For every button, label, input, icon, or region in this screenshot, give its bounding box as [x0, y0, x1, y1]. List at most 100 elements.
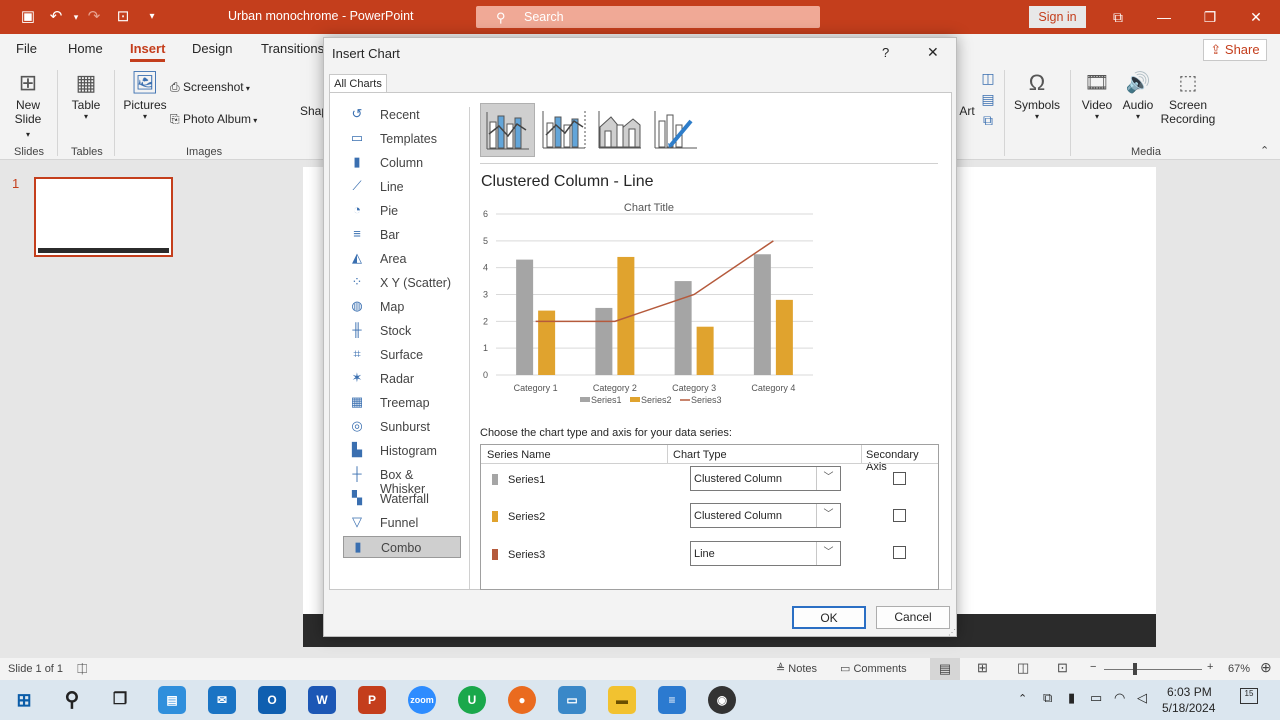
screenshot-button[interactable]: ⎙ Screenshot ▾ — [170, 80, 262, 95]
tab-home[interactable]: Home — [68, 41, 103, 56]
notification-icon[interactable]: 15 — [1240, 688, 1258, 704]
obs-icon[interactable]: ◉ — [708, 686, 736, 714]
help-button[interactable]: ? — [882, 45, 889, 60]
wifi-icon[interactable]: ◠ — [1114, 690, 1125, 706]
close-dialog-button[interactable]: ✕ — [927, 44, 939, 61]
upwork-icon[interactable]: U — [458, 686, 486, 714]
pictures-button[interactable]: 🖼 Pictures ▾ — [122, 70, 168, 121]
battery-icon[interactable]: ▭ — [1090, 690, 1102, 706]
share-button[interactable]: ⇪ Share — [1203, 39, 1267, 61]
smartart-label[interactable]: Art — [957, 104, 977, 118]
comments-button[interactable]: ▭ Comments — [840, 662, 907, 675]
task-view-icon[interactable]: ❐ — [106, 686, 134, 714]
chart-type-column[interactable]: ▮ Column — [343, 152, 461, 174]
slideshow-icon[interactable]: ⊡ — [1057, 660, 1068, 676]
save-icon[interactable]: ▣ — [18, 7, 38, 27]
resize-grip-icon[interactable]: ⋰ — [948, 628, 956, 637]
chart-type-select[interactable]: Clustered Column ﹀ — [690, 503, 841, 528]
tab-insert[interactable]: Insert — [130, 41, 166, 62]
subtype-clustered-column-line[interactable] — [480, 103, 535, 157]
cancel-button[interactable]: Cancel — [876, 606, 950, 629]
zoom-in-icon[interactable]: + — [1207, 661, 1213, 673]
notes-button[interactable]: ≜ Notes — [776, 662, 817, 675]
secondary-axis-checkbox[interactable] — [893, 509, 906, 522]
chart-type-radar[interactable]: ✶ Radar — [343, 368, 461, 390]
chart-type-stock[interactable]: ╫ Stock — [343, 320, 461, 342]
mail-icon[interactable]: ✉ — [208, 686, 236, 714]
fit-to-window-icon[interactable]: ⊕ — [1260, 659, 1272, 676]
zoom-level[interactable]: 67% — [1228, 663, 1250, 675]
audio-button[interactable]: 🔊 Audio ▾ — [1120, 70, 1156, 121]
normal-view-icon[interactable]: ▤ — [930, 658, 960, 680]
tray-chevron-icon[interactable]: ⌃ — [1018, 692, 1027, 705]
tab-design[interactable]: Design — [192, 41, 232, 56]
volume-icon[interactable]: ◁ — [1137, 690, 1147, 706]
firefox-icon[interactable]: ● — [508, 686, 536, 714]
tab-all-charts[interactable]: All Charts — [329, 74, 387, 93]
chart-type-combo[interactable]: ▮ Combo — [343, 536, 461, 558]
chart-type-surface[interactable]: ⌗ Surface — [343, 344, 461, 366]
chart-type-box-whisker[interactable]: ┼ Box & Whisker — [343, 464, 461, 496]
redo-icon[interactable]: ↷ — [84, 7, 104, 27]
file-explorer-icon[interactable]: ▬ — [608, 686, 636, 714]
photo-album-button[interactable]: ⎘ Photo Album ▾ — [170, 112, 280, 127]
app-icon[interactable]: ≡ — [658, 686, 686, 714]
new-slide-button[interactable]: ⊞ New Slide ▾ — [12, 70, 44, 140]
search-icon[interactable]: ⚲ — [58, 686, 86, 714]
slide-sorter-icon[interactable]: ⊞ — [977, 660, 988, 676]
chart-type-waterfall[interactable]: ▚ Waterfall — [343, 488, 461, 510]
tab-transitions[interactable]: Transitions — [261, 41, 324, 56]
secondary-axis-checkbox[interactable] — [893, 546, 906, 559]
search-box[interactable]: ⚲ Search — [476, 6, 820, 28]
chart-type-map[interactable]: ◍ Map — [343, 296, 461, 318]
tray-icon[interactable]: ⧉ — [1043, 690, 1052, 706]
chart-type-bar[interactable]: ≡ Bar — [343, 224, 461, 246]
insert-small-icons[interactable]: ◫ ▤ ⧉ — [979, 68, 997, 131]
subtype-clustered-column-line-secondary[interactable] — [537, 103, 592, 157]
subtype-custom-combo[interactable] — [649, 103, 704, 157]
table-button[interactable]: ▦ Table ▾ — [70, 70, 102, 121]
chart-type-treemap[interactable]: ▦ Treemap — [343, 392, 461, 414]
zoom-slider[interactable] — [1104, 669, 1202, 670]
collapse-ribbon-icon[interactable]: ⌃ — [1260, 144, 1269, 157]
undo-icon[interactable]: ↶ — [46, 7, 66, 27]
symbols-button[interactable]: Ω Symbols ▾ — [1012, 70, 1062, 121]
word-icon[interactable]: W — [308, 686, 336, 714]
chart-type-histogram[interactable]: ▙ Histogram — [343, 440, 461, 462]
windows-start-icon[interactable]: ⊞ — [10, 686, 38, 714]
zoom-slider-thumb[interactable] — [1133, 663, 1137, 675]
tab-file[interactable]: File — [16, 41, 37, 56]
chart-type-templates[interactable]: ▭ Templates — [343, 128, 461, 150]
subtype-stacked-area-column[interactable] — [593, 103, 648, 157]
screen-recording-button[interactable]: ⬚ Screen Recording — [1158, 70, 1218, 126]
chart-type-recent[interactable]: ↺ Recent — [343, 104, 461, 126]
chart-type-select[interactable]: Line ﹀ — [690, 541, 841, 566]
chart-type-area[interactable]: ◭ Area — [343, 248, 461, 270]
chart-type-funnel[interactable]: ▽ Funnel — [343, 512, 461, 534]
ok-button[interactable]: OK — [792, 606, 866, 629]
ribbon-display-icon[interactable]: ⧉ — [1106, 6, 1130, 28]
reading-view-icon[interactable]: ◫ — [1017, 660, 1029, 676]
shapes-label[interactable]: Shap — [300, 104, 328, 118]
minimize-icon[interactable]: — — [1152, 6, 1176, 28]
outlook-icon[interactable]: O — [258, 686, 286, 714]
zoom-app-icon[interactable]: zoom — [408, 686, 436, 714]
chart-type-line[interactable]: ⟋ Line — [343, 176, 461, 198]
customize-qat-icon[interactable]: ▾ — [142, 7, 162, 27]
slide-thumbnail[interactable] — [34, 177, 173, 257]
secondary-axis-checkbox[interactable] — [893, 472, 906, 485]
undo-dropdown-icon[interactable]: ▾ — [66, 7, 86, 27]
clock-time[interactable]: 6:03 PM — [1167, 685, 1212, 699]
chart-type-pie[interactable]: ◔ Pie — [343, 200, 461, 222]
present-icon[interactable]: ⊡ — [113, 7, 133, 27]
computer-icon[interactable]: ▭ — [558, 686, 586, 714]
sign-in-button[interactable]: Sign in — [1029, 6, 1086, 28]
clock-date[interactable]: 5/18/2024 — [1162, 701, 1215, 715]
microphone-icon[interactable]: ▮ — [1068, 690, 1075, 706]
close-window-icon[interactable]: ✕ — [1244, 6, 1268, 28]
chart-type-x-y-scatter[interactable]: ⁘ X Y (Scatter) — [343, 272, 461, 294]
zoom-out-icon[interactable]: − — [1090, 661, 1096, 673]
powerpoint-icon[interactable]: P — [358, 686, 386, 714]
restore-icon[interactable]: ❐ — [1198, 6, 1222, 28]
store-icon[interactable]: ▤ — [158, 686, 186, 714]
